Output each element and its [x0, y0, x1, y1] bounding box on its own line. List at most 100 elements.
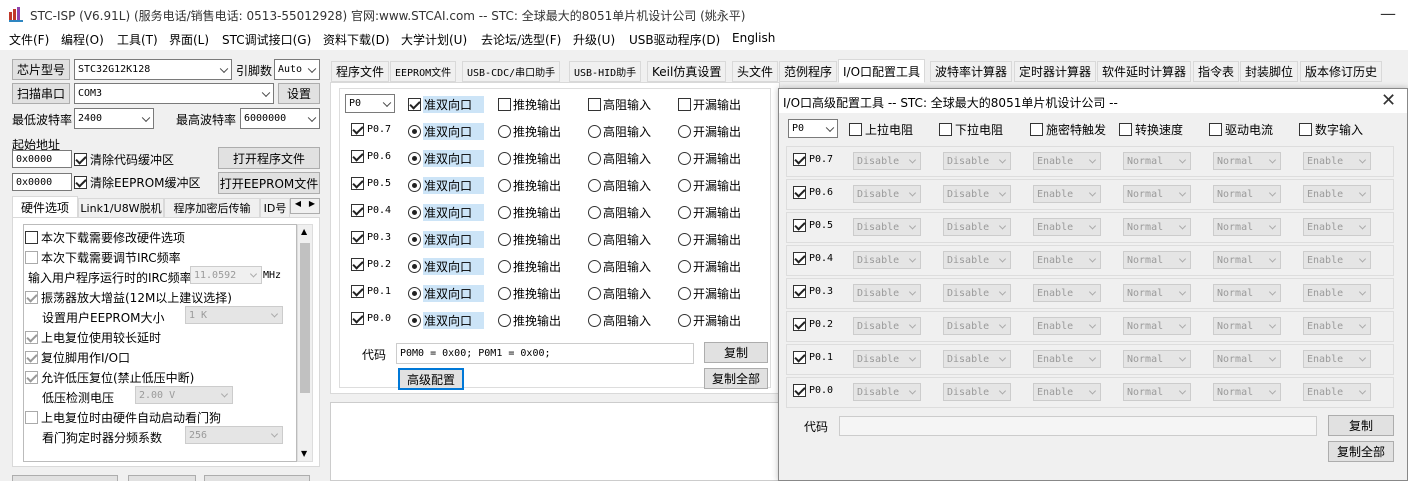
adv-copy-button[interactable]: 复制: [1328, 415, 1394, 436]
io-pin-row[interactable]: P0.1: [351, 285, 391, 298]
option-checkbox[interactable]: [25, 351, 38, 364]
pin-checkbox[interactable]: [793, 351, 806, 364]
adv-cell-select[interactable]: Normal: [1213, 284, 1281, 302]
advanced-config-button[interactable]: 高级配置: [398, 368, 464, 390]
clear-eeprom-option[interactable]: 清除EEPROM缓冲区: [74, 174, 201, 191]
menu-debug[interactable]: STC调试接口(G): [222, 31, 311, 48]
pin-mode-option[interactable]: 开漏输出: [678, 285, 741, 302]
adv-pin-select[interactable]: P0.6: [793, 186, 833, 199]
pin-checkbox[interactable]: [793, 153, 806, 166]
pin-mode-radio[interactable]: [408, 206, 421, 219]
adv-cell-select[interactable]: Normal: [1123, 152, 1191, 170]
pin-mode-option[interactable]: 开漏输出: [678, 258, 741, 275]
adv-cell-select[interactable]: Disable: [853, 185, 921, 203]
pin-mode-option[interactable]: 推挽输出: [498, 258, 561, 275]
pin-mode-radio[interactable]: [408, 287, 421, 300]
pin-mode-option[interactable]: 推挽输出: [498, 177, 561, 194]
pin-mode-option[interactable]: 高阻输入: [588, 231, 651, 248]
pin-mode-radio[interactable]: [678, 125, 691, 138]
adv-cell-select[interactable]: Disable: [853, 218, 921, 236]
all-push-pull-checkbox[interactable]: [498, 98, 511, 111]
settings-button[interactable]: 设置: [278, 83, 320, 104]
pin-mode-option[interactable]: 准双向口: [408, 177, 485, 194]
tab-eeprom-file[interactable]: EEPROM文件: [390, 61, 457, 82]
pin-mode-radio[interactable]: [588, 179, 601, 192]
pin-mode-option[interactable]: 推挽输出: [498, 204, 561, 221]
pin-checkbox[interactable]: [351, 204, 364, 217]
io-pin-row[interactable]: P0.7: [351, 123, 391, 136]
pin-checkbox[interactable]: [351, 258, 364, 271]
pin-mode-option[interactable]: 开漏输出: [678, 312, 741, 329]
schmitt-all-checkbox[interactable]: [1030, 123, 1043, 136]
pin-mode-option[interactable]: 准双向口: [408, 231, 485, 248]
eeprom-address-input[interactable]: 0x0000: [12, 173, 72, 191]
adv-pin-select[interactable]: P0.7: [793, 153, 833, 166]
pin-mode-radio[interactable]: [678, 152, 691, 165]
pin-mode-option[interactable]: 开漏输出: [678, 177, 741, 194]
pin-mode-option[interactable]: 高阻输入: [588, 258, 651, 275]
all-open-drain[interactable]: 开漏输出: [678, 96, 741, 113]
option-low-voltage-reset[interactable]: 允许低压复位(禁止低压中断): [25, 369, 194, 386]
adv-cell-select[interactable]: Enable: [1033, 218, 1101, 236]
bottom-button-2[interactable]: [128, 475, 196, 481]
adv-cell-select[interactable]: Enable: [1033, 284, 1101, 302]
bottom-button-1[interactable]: [12, 475, 118, 481]
menu-university[interactable]: 大学计划(U): [401, 31, 467, 48]
adv-cell-select[interactable]: Normal: [1123, 350, 1191, 368]
adv-cell-select[interactable]: Disable: [943, 317, 1011, 335]
adv-cell-select[interactable]: Enable: [1033, 350, 1101, 368]
clear-eeprom-checkbox[interactable]: [74, 176, 87, 189]
pin-mode-option[interactable]: 高阻输入: [588, 177, 651, 194]
pin-mode-option[interactable]: 推挽输出: [498, 312, 561, 329]
adv-cell-select[interactable]: Disable: [943, 350, 1011, 368]
pin-checkbox[interactable]: [793, 384, 806, 397]
tab-usb-hid[interactable]: USB-HID助手: [569, 61, 642, 82]
pin-checkbox[interactable]: [793, 285, 806, 298]
adv-cell-select[interactable]: Normal: [1213, 383, 1281, 401]
all-high-impedance[interactable]: 高阻输入: [588, 96, 651, 113]
pin-mode-option[interactable]: 推挽输出: [498, 285, 561, 302]
pin-checkbox[interactable]: [351, 285, 364, 298]
watchdog-divider-select[interactable]: 256: [185, 426, 283, 444]
adv-cell-select[interactable]: Disable: [853, 317, 921, 335]
scroll-down-icon[interactable]: ▼: [301, 449, 307, 458]
tab-id[interactable]: ID号: [260, 198, 290, 218]
option-reset-pin-io[interactable]: 复位脚用作I/O口: [25, 349, 130, 366]
pin-mode-radio[interactable]: [498, 206, 511, 219]
adv-cell-select[interactable]: Enable: [1303, 383, 1371, 401]
menu-forum[interactable]: 去论坛/选型(F): [481, 31, 561, 48]
menu-upgrade[interactable]: 升级(U): [573, 31, 615, 48]
pin-checkbox[interactable]: [793, 186, 806, 199]
pin-mode-option[interactable]: 高阻输入: [588, 123, 651, 140]
pin-mode-radio[interactable]: [588, 125, 601, 138]
tab-encrypted-transfer[interactable]: 程序加密后传输: [164, 198, 260, 218]
adv-cell-select[interactable]: Enable: [1033, 185, 1101, 203]
adv-cell-select[interactable]: Enable: [1033, 152, 1101, 170]
pin-checkbox[interactable]: [793, 252, 806, 265]
adv-cell-select[interactable]: Enable: [1303, 152, 1371, 170]
adv-cell-select[interactable]: Disable: [943, 251, 1011, 269]
pin-mode-option[interactable]: 高阻输入: [588, 150, 651, 167]
tab-link1-offline[interactable]: Link1/U8W脱机: [78, 198, 164, 218]
pin-mode-radio[interactable]: [678, 206, 691, 219]
scroll-right-icon[interactable]: ▶: [305, 199, 319, 213]
pin-mode-radio[interactable]: [678, 179, 691, 192]
pin-mode-radio[interactable]: [408, 260, 421, 273]
adv-cell-select[interactable]: Normal: [1123, 383, 1191, 401]
adv-cell-select[interactable]: Disable: [943, 383, 1011, 401]
adv-cell-select[interactable]: Enable: [1303, 185, 1371, 203]
adv-cell-select[interactable]: Enable: [1303, 284, 1371, 302]
adv-cell-select[interactable]: Normal: [1123, 185, 1191, 203]
pin-mode-radio[interactable]: [498, 260, 511, 273]
io-pin-row[interactable]: P0.4: [351, 204, 391, 217]
io-copy-all-button[interactable]: 复制全部: [704, 368, 768, 389]
pin-mode-option[interactable]: 推挽输出: [498, 231, 561, 248]
option-checkbox[interactable]: [25, 231, 38, 244]
irc-frequency-select[interactable]: 11.0592: [190, 266, 262, 284]
adv-cell-select[interactable]: Disable: [853, 383, 921, 401]
close-icon[interactable]: ✕: [1381, 90, 1396, 111]
pin-mode-radio[interactable]: [408, 152, 421, 165]
pin-mode-radio[interactable]: [498, 179, 511, 192]
tab-package-pins[interactable]: 封装脚位: [1240, 61, 1299, 82]
menu-program[interactable]: 编程(O): [61, 31, 104, 48]
